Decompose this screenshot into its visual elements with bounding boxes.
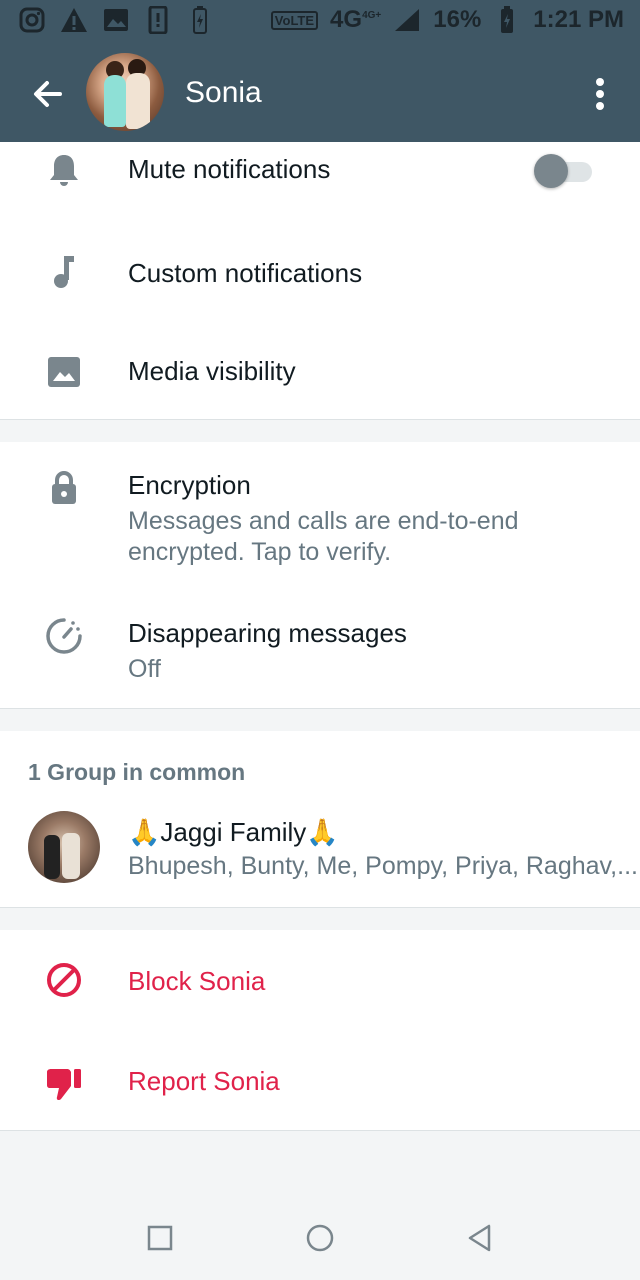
back-triangle-icon[interactable] — [462, 1220, 498, 1256]
actions-section: Block Sonia Report Sonia — [0, 930, 640, 1131]
image-icon — [102, 6, 130, 34]
encryption-title: Encryption — [128, 470, 251, 500]
image-icon — [44, 352, 84, 392]
battery-charging-icon — [186, 6, 214, 34]
battery-icon — [493, 6, 521, 34]
home-circle-icon[interactable] — [302, 1220, 338, 1256]
group-members: Bhupesh, Bunty, Me, Pompy, Priya, Raghav… — [128, 852, 638, 880]
clock: 1:21 PM — [533, 6, 624, 33]
privacy-section: Encryption Messages and calls are end-to… — [0, 442, 640, 709]
status-bar-system: VoLTE 4G4G+ 16% 1:21 PM — [270, 6, 624, 34]
warning-icon — [60, 6, 88, 34]
encryption-description-line2: encrypted. Tap to verify. — [128, 538, 392, 566]
signal-icon — [393, 6, 421, 34]
block-contact-label: Block Sonia — [128, 966, 266, 996]
group-list-item[interactable]: 🙏Jaggi Family🙏 Bhupesh, Bunty, Me, Pompy… — [0, 801, 640, 901]
bell-icon — [44, 150, 84, 190]
instagram-icon — [18, 6, 46, 34]
mute-notifications-row[interactable]: Mute notifications — [0, 142, 640, 202]
lock-icon — [44, 468, 84, 508]
app-bar: Sonia — [0, 44, 640, 142]
disappearing-messages-title: Disappearing messages — [128, 618, 407, 648]
group-name: 🙏Jaggi Family🙏 — [128, 817, 339, 847]
timer-icon — [44, 616, 84, 656]
media-visibility-label: Media visibility — [128, 356, 296, 386]
battery-percent: 16% — [433, 6, 482, 33]
status-bar-notifications — [18, 6, 214, 34]
music-note-icon — [44, 252, 84, 292]
groups-in-common-section: 1 Group in common 🙏Jaggi Family🙏 Bhupesh… — [0, 731, 640, 908]
encryption-description-line1: Messages and calls are end-to-end — [128, 507, 519, 535]
encryption-row[interactable]: Encryption Messages and calls are end-to… — [0, 442, 640, 582]
back-arrow-icon[interactable] — [28, 74, 68, 114]
disappearing-messages-row[interactable]: Disappearing messages Off — [0, 592, 640, 702]
block-icon — [44, 960, 84, 1000]
contact-name[interactable]: Sonia — [185, 76, 262, 110]
custom-notifications-row[interactable]: Custom notifications — [0, 222, 640, 322]
mute-notifications-label: Mute notifications — [128, 154, 331, 184]
group-avatar — [28, 811, 100, 883]
system-nav-bar — [0, 1194, 640, 1280]
thumbs-down-icon — [44, 1064, 84, 1104]
more-options-icon[interactable] — [584, 76, 616, 112]
recents-square-icon[interactable] — [142, 1220, 178, 1256]
groups-in-common-header: 1 Group in common — [28, 759, 246, 785]
disappearing-messages-value: Off — [128, 655, 161, 683]
mute-toggle[interactable] — [534, 152, 592, 188]
network-type: 4G4G+ — [330, 6, 382, 33]
custom-notifications-label: Custom notifications — [128, 258, 363, 288]
volte-badge: VoLTE — [270, 10, 319, 30]
report-contact-row[interactable]: Report Sonia — [0, 1030, 640, 1130]
contact-avatar[interactable] — [86, 53, 164, 131]
notification-settings-section: Mute notifications Custom notifications … — [0, 142, 640, 420]
block-contact-row[interactable]: Block Sonia — [0, 930, 640, 1030]
status-bar: VoLTE 4G4G+ 16% 1:21 PM — [0, 0, 640, 44]
report-contact-label: Report Sonia — [128, 1066, 280, 1096]
phone-alert-icon — [144, 6, 172, 34]
media-visibility-row[interactable]: Media visibility — [0, 322, 640, 419]
